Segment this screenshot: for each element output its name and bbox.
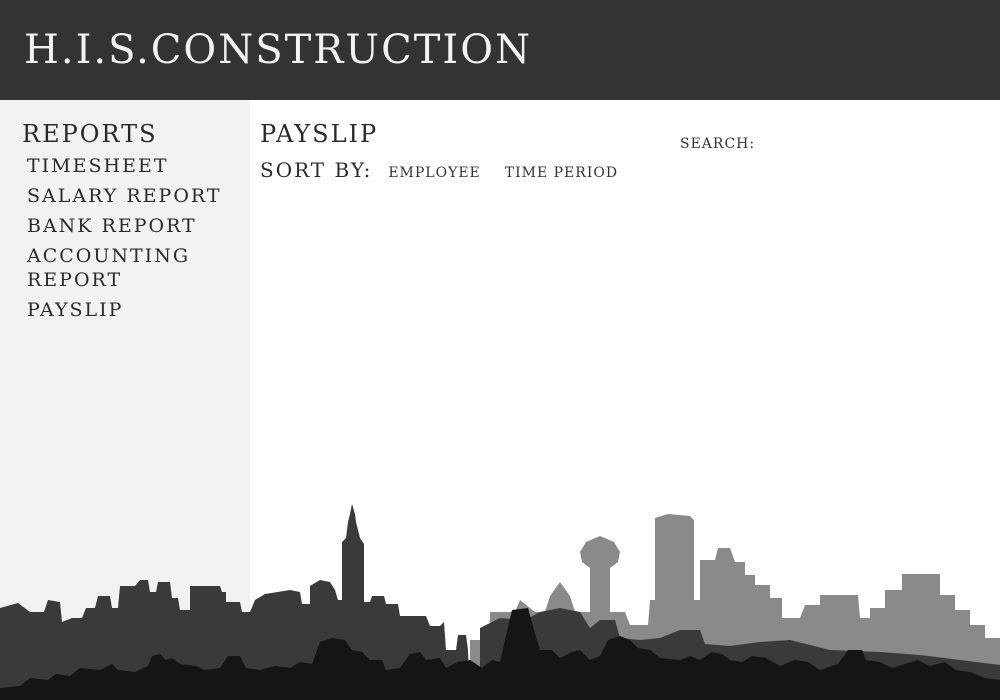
search-input[interactable]: [755, 132, 989, 156]
search-label: SEARCH:: [680, 136, 756, 152]
sidebar-item-timesheet[interactable]: TIMESHEET: [27, 154, 227, 178]
sidebar-item-salary-report[interactable]: SALARY REPORT: [27, 184, 227, 208]
app-window: H.I.S.CONSTRUCTION REPORTS TIMESHEET SAL…: [0, 0, 1000, 700]
page-title: PAYSLIP: [260, 120, 379, 148]
sidebar-item-bank-report[interactable]: BANK REPORT: [27, 214, 227, 238]
sidebar-nav: TIMESHEET SALARY REPORT BANK REPORT ACCO…: [27, 154, 227, 328]
sort-by-time-period[interactable]: TIME PERIOD: [505, 165, 618, 181]
brand-title: H.I.S.CONSTRUCTION: [24, 27, 532, 73]
sidebar-item-payslip[interactable]: PAYSLIP: [27, 298, 227, 322]
sort-label: SORT BY:: [260, 158, 373, 182]
sidebar-item-accounting-report[interactable]: ACCOUNTING REPORT: [27, 244, 227, 292]
city-skyline-image: [0, 504, 1000, 700]
sort-by-employee[interactable]: EMPLOYEE: [388, 165, 480, 181]
sort-controls: SORT BY: EMPLOYEE TIME PERIOD: [260, 158, 642, 182]
header-bar: H.I.S.CONSTRUCTION: [0, 0, 1000, 100]
sidebar-title: REPORTS: [22, 120, 158, 148]
